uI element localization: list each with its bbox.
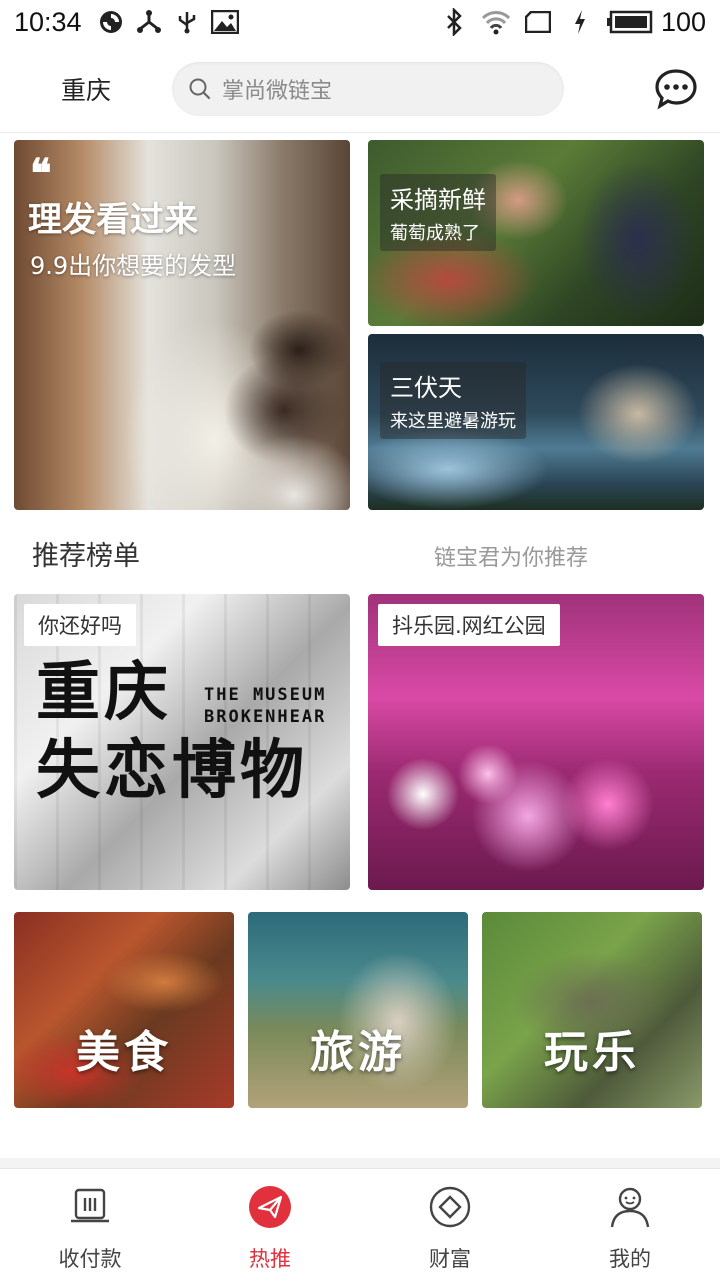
recommend-tag-museum: 你还好吗 — [24, 604, 136, 646]
museum-en-line1: THE MUSEUM — [204, 685, 327, 705]
promo-summer-title: 三伏天 — [390, 374, 462, 402]
museum-art-line2: 失恋博物 — [36, 734, 308, 808]
promo-grapes-subtitle: 葡萄成熟了 — [390, 223, 480, 244]
nav-label-mine: 我的 — [609, 1247, 651, 1271]
charging-icon — [565, 7, 595, 37]
sim-icon — [523, 7, 553, 37]
bluetooth-icon — [439, 7, 469, 37]
nav-label-wealth: 财富 — [429, 1247, 471, 1271]
nav-label-payment: 收付款 — [58, 1247, 122, 1271]
promo-grapes-card[interactable]: 采摘新鲜 葡萄成熟了 — [368, 140, 704, 326]
category-food[interactable]: 美食 — [14, 912, 234, 1108]
recommend-card-museum[interactable]: 重庆 失恋博物 THE MUSEUM BROKENHEAR 你还好吗 — [14, 594, 350, 890]
promo-haircut-card[interactable]: ❝ 理发看过来 9.9出你想要的发型 — [14, 140, 350, 510]
recommend-tag-park: 抖乐园.网红公园 — [378, 604, 560, 646]
search-bar[interactable]: 掌尚微链宝 — [172, 62, 564, 116]
category-travel-label: 旅游 — [310, 1027, 406, 1078]
status-time: 10:34 — [14, 6, 82, 37]
recommend-card-park[interactable]: 抖乐园.网红公园 — [368, 594, 704, 890]
status-bar: 10:34 100 — [0, 0, 720, 44]
top-header: 重庆 掌尚微链宝 — [0, 52, 720, 126]
nav-item-wealth[interactable]: 财富 — [360, 1169, 540, 1280]
nav-item-mine[interactable]: 我的 — [540, 1169, 720, 1280]
sync-icon — [96, 7, 126, 37]
promo-haircut-title: 理发看过来 — [28, 200, 198, 240]
museum-en-line2: BROKENHEAR — [204, 707, 327, 727]
battery-icon — [606, 7, 653, 37]
promo-grapes-label: 采摘新鲜 葡萄成熟了 — [380, 174, 496, 251]
pos-terminal-icon — [68, 1185, 112, 1229]
share-icon — [134, 7, 164, 37]
chat-bubble-icon — [655, 69, 697, 110]
diamond-icon — [428, 1185, 472, 1229]
promo-summer-label: 三伏天 来这里避暑游玩 — [380, 362, 526, 439]
nav-label-hot: 热推 — [249, 1247, 291, 1271]
paper-plane-icon — [248, 1185, 292, 1229]
wifi-icon — [481, 7, 511, 37]
nav-item-payment[interactable]: 收付款 — [0, 1169, 180, 1280]
category-fun[interactable]: 玩乐 — [482, 912, 702, 1108]
nav-item-hot[interactable]: 热推 — [180, 1169, 360, 1280]
category-fun-label: 玩乐 — [544, 1027, 640, 1078]
search-placeholder: 掌尚微链宝 — [222, 79, 333, 104]
recommend-title: 推荐榜单 — [32, 541, 140, 572]
promo-summer-card[interactable]: 三伏天 来这里避暑游玩 — [368, 334, 704, 510]
header-divider — [0, 132, 720, 133]
bottom-nav: 收付款 热推 财富 我的 — [0, 1168, 720, 1280]
promo-summer-subtitle: 来这里避暑游玩 — [390, 411, 516, 432]
quote-icon: ❝ — [30, 150, 52, 197]
category-food-label: 美食 — [76, 1027, 172, 1078]
museum-art-text: 重庆 失恋博物 — [36, 654, 308, 810]
message-button[interactable] — [654, 67, 698, 111]
battery-level: 100 — [660, 6, 706, 37]
museum-english-text: THE MUSEUM BROKENHEAR — [204, 684, 326, 728]
nav-divider — [0, 1158, 720, 1168]
city-selector[interactable]: 重庆 — [0, 71, 172, 107]
user-icon — [608, 1185, 652, 1229]
category-travel[interactable]: 旅游 — [248, 912, 468, 1108]
recommend-subtitle: 链宝君为你推荐 — [434, 546, 589, 571]
usb-icon — [172, 7, 202, 37]
promo-grapes-title: 采摘新鲜 — [390, 186, 486, 214]
search-icon — [189, 78, 211, 100]
promo-haircut-subtitle: 9.9出你想要的发型 — [30, 252, 237, 280]
image-icon — [210, 7, 240, 37]
